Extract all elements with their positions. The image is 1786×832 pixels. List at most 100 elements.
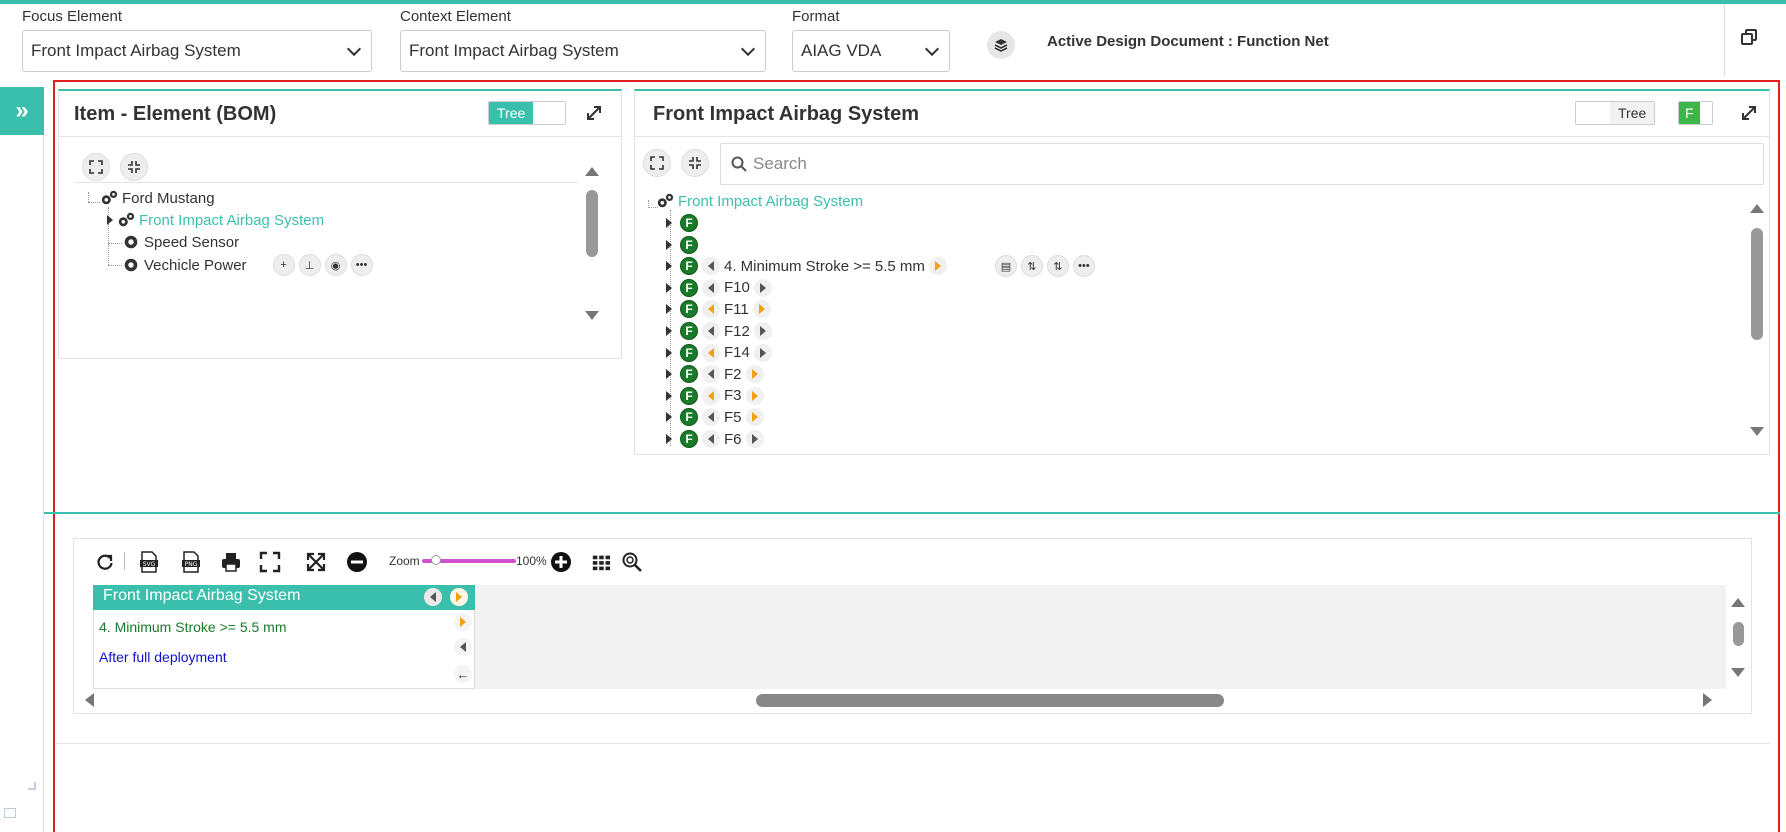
more-icon[interactable]: •••	[1072, 255, 1095, 278]
card-prev-button[interactable]	[424, 588, 442, 606]
zoom-out-button[interactable]	[346, 550, 368, 574]
layers-button[interactable]	[987, 31, 1015, 59]
fit-button[interactable]	[259, 550, 281, 574]
scroll-down-icon[interactable]	[1750, 427, 1764, 436]
zoom-in-button[interactable]	[550, 550, 572, 574]
function-prev-button[interactable]	[702, 322, 720, 340]
scroll-right-icon[interactable]	[1703, 693, 1712, 707]
function-search[interactable]	[720, 143, 1764, 185]
function-next-button[interactable]	[928, 257, 947, 276]
function-prev-button[interactable]	[702, 386, 720, 405]
scroll-thumb[interactable]	[1751, 228, 1763, 340]
more-icon[interactable]: •••	[350, 254, 373, 276]
caret-right-icon[interactable]	[666, 369, 672, 380]
expand-icon[interactable]	[585, 104, 603, 122]
function-row[interactable]: F F3	[666, 386, 768, 406]
card-next-button[interactable]	[450, 588, 468, 606]
function-prev-button[interactable]	[702, 365, 720, 384]
caret-right-icon[interactable]	[666, 412, 672, 423]
function-prev-button[interactable]	[702, 430, 720, 448]
scroll-up-icon[interactable]	[1731, 598, 1745, 607]
function-prev-button[interactable]	[702, 278, 720, 297]
horizontal-scroll-thumb[interactable]	[756, 694, 1224, 707]
bom-expand-all-button[interactable]	[82, 153, 110, 181]
sort-icon[interactable]: ⇅	[1020, 255, 1043, 278]
fullscreen-button[interactable]	[305, 550, 327, 574]
scroll-left-icon[interactable]	[85, 693, 94, 707]
clipboard-icon[interactable]: ▤	[994, 255, 1017, 278]
function-prev-button[interactable]	[702, 343, 720, 362]
function-row[interactable]: F F10	[666, 278, 776, 298]
scroll-down-icon[interactable]	[1731, 668, 1745, 677]
function-collapse-all-button[interactable]	[681, 149, 709, 177]
print-button[interactable]	[219, 550, 243, 574]
function-prev-button[interactable]	[702, 300, 720, 319]
scroll-thumb[interactable]	[1733, 622, 1744, 646]
function-row[interactable]: F F6	[666, 429, 768, 449]
copy-window-button[interactable]	[1740, 28, 1760, 48]
search-input[interactable]	[753, 154, 1653, 174]
function-row[interactable]: F F2	[666, 364, 768, 384]
caret-right-icon[interactable]	[666, 304, 672, 315]
function-next-button[interactable]	[753, 322, 772, 340]
function-tree-toggle[interactable]: Tree	[1575, 101, 1656, 125]
context-element-select[interactable]: Front Impact Airbag System	[400, 30, 766, 72]
sort-alt-icon[interactable]: ⇅	[1046, 255, 1069, 278]
add-icon[interactable]: +	[272, 254, 295, 276]
card-back-button[interactable]: ←	[454, 665, 472, 683]
function-row[interactable]: F F12	[666, 321, 776, 341]
function-row[interactable]: F	[666, 213, 698, 233]
function-next-button[interactable]	[745, 386, 764, 405]
caret-right-icon[interactable]	[666, 434, 672, 444]
function-row[interactable]: F	[666, 235, 698, 255]
card-row-next-button[interactable]	[454, 613, 472, 631]
diagram-card-requirement[interactable]: After full deployment	[99, 649, 227, 665]
function-f-toggle[interactable]: F	[1678, 101, 1713, 125]
pane-splitter[interactable]	[44, 512, 1780, 514]
tree-node-vehicle-power[interactable]: Vechicle Power + ⊥ ◉ •••	[122, 254, 373, 276]
grid-button[interactable]	[591, 550, 611, 574]
bom-tree-toggle[interactable]: Tree	[488, 101, 567, 125]
tree-node-front-impact-airbag[interactable]: Front Impact Airbag System	[107, 211, 324, 229]
scroll-up-icon[interactable]	[1750, 204, 1764, 213]
function-row[interactable]: F F14	[666, 343, 776, 363]
function-prev-button[interactable]	[702, 408, 720, 427]
caret-right-icon[interactable]	[107, 215, 113, 225]
caret-right-icon[interactable]	[666, 261, 672, 272]
card-row-prev-button[interactable]	[454, 638, 472, 656]
function-next-button[interactable]	[753, 278, 772, 297]
hierarchy-icon[interactable]: ⊥	[298, 254, 321, 276]
function-tree-root[interactable]: Front Impact Airbag System	[656, 192, 863, 210]
tree-node-speed-sensor[interactable]: Speed Sensor	[122, 233, 239, 251]
function-prev-button[interactable]	[702, 257, 720, 276]
bom-collapse-all-button[interactable]	[120, 153, 148, 181]
caret-right-icon[interactable]	[666, 347, 672, 358]
resize-corner-icon[interactable]	[28, 782, 36, 790]
function-next-button[interactable]	[745, 408, 764, 427]
function-row[interactable]: F 4. Minimum Stroke >= 5.5 mm ▤ ⇅ ⇅ •••	[666, 255, 1095, 278]
function-next-button[interactable]	[745, 365, 764, 384]
function-expand-all-button[interactable]	[643, 149, 671, 177]
caret-right-icon[interactable]	[666, 239, 672, 250]
search-zoom-button[interactable]	[620, 550, 644, 574]
refresh-button[interactable]	[94, 550, 116, 574]
export-png-button[interactable]: PNG	[180, 550, 202, 574]
scroll-thumb[interactable]	[586, 190, 598, 257]
function-next-button[interactable]	[752, 300, 771, 319]
function-next-button[interactable]	[745, 430, 764, 448]
scroll-up-icon[interactable]	[585, 167, 599, 176]
function-next-button[interactable]	[753, 343, 772, 362]
diagram-card-function[interactable]: 4. Minimum Stroke >= 5.5 mm	[99, 619, 287, 635]
eye-icon[interactable]: ◉	[324, 254, 347, 276]
function-row[interactable]: F F11	[666, 299, 775, 319]
rail-expand-button[interactable]: »	[0, 87, 44, 135]
caret-right-icon[interactable]	[666, 390, 672, 401]
expand-icon[interactable]	[1740, 104, 1758, 122]
focus-element-select[interactable]: Front Impact Airbag System	[22, 30, 372, 72]
export-svg-button[interactable]: SVG	[138, 550, 160, 574]
caret-right-icon[interactable]	[666, 282, 672, 293]
caret-right-icon[interactable]	[666, 326, 672, 336]
format-select[interactable]: AIAG VDA	[792, 30, 950, 72]
caret-right-icon[interactable]	[666, 218, 672, 228]
tree-node-ford-mustang[interactable]: Ford Mustang	[100, 189, 215, 207]
